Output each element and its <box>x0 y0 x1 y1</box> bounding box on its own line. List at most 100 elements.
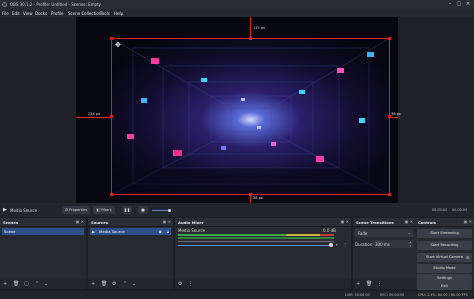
menu-scene-collection[interactable]: Scene Collection <box>68 11 101 16</box>
move-source-down-button[interactable]: ⌄ <box>132 281 136 287</box>
cpu-status: CPU: 2.4%, 60.00 / 60.00 FPS <box>418 293 468 297</box>
transition-menu-button[interactable]: ⋮ <box>377 281 382 287</box>
media-time-current: 00:00:00 <box>432 208 448 212</box>
audio-mixer-footer: ⚙ ⋮ <box>175 279 351 289</box>
dock-icons[interactable]: ▣ ✕ <box>341 219 349 224</box>
add-source-button[interactable]: + <box>91 281 95 287</box>
scene-item[interactable]: Scene <box>2 228 84 235</box>
source-toolbar: ▶ Media Source ⚙ Properties ◧ Filters ❚❚… <box>0 203 474 217</box>
sources-panel: Sources ▣ ✕ ▶ Media Source ◉ 🔒︎ + 🗑 ⚙ ⌃ … <box>88 218 173 289</box>
mixer-fader-knob[interactable] <box>329 243 333 247</box>
mixer-settings-button[interactable]: ⚙ <box>178 281 182 287</box>
sources-footer: + 🗑 ⚙ ⌃ ⌄ <box>88 279 173 289</box>
menu-edit[interactable]: Edit <box>12 11 20 16</box>
audio-meter-red <box>320 234 334 236</box>
menu-profile[interactable]: Profile <box>51 11 63 16</box>
selected-source-name: Media Source <box>10 208 38 213</box>
source-properties-button[interactable]: ⚙ <box>112 281 116 287</box>
resize-handle-t[interactable] <box>249 37 252 40</box>
remove-scene-button[interactable]: 🗑 <box>13 281 19 287</box>
audio-mixer-header: Audio Mixer ▣ ✕ <box>175 218 351 227</box>
audio-meter-green <box>178 234 286 236</box>
obs-logo-icon <box>2 2 7 7</box>
properties-button[interactable]: ⚙ Properties <box>62 206 90 214</box>
move-source-up-button[interactable]: ⌃ <box>123 281 127 287</box>
dock-icons[interactable]: ▣ ✕ <box>464 219 472 224</box>
stepper-icon: ▴ ▾ <box>409 240 411 248</box>
menu-tools[interactable]: Tools <box>100 11 110 16</box>
duration-input[interactable]: 300 ms ▴ ▾ <box>372 240 413 248</box>
menu-help[interactable]: Help <box>114 11 123 16</box>
resize-handle-bl[interactable] <box>110 193 113 196</box>
play-pause-button[interactable]: ❚❚ <box>122 206 132 214</box>
move-cursor-icon: ✥ <box>115 41 121 49</box>
tunnel-video-image <box>111 38 390 195</box>
resize-handle-tr[interactable] <box>388 37 391 40</box>
source-item[interactable]: ▶ Media Source ◉ 🔒︎ <box>90 228 171 235</box>
duration-label: Duration <box>355 242 373 247</box>
mixer-menu-button[interactable]: ⋮ <box>188 281 193 287</box>
exit-button[interactable]: Exit <box>417 283 472 290</box>
sources-header: Sources ▣ ✕ <box>88 218 173 227</box>
live-status: LIVE: 00:00:00 <box>345 293 370 297</box>
controls-header: Controls ▣ ✕ <box>415 218 474 227</box>
close-button[interactable]: × <box>464 1 472 8</box>
scene-filters-button[interactable]: ▢ <box>24 281 29 287</box>
resize-handle-l[interactable] <box>110 115 113 118</box>
add-scene-button[interactable]: + <box>3 281 7 287</box>
rec-status: REC: 00:00:00 <box>380 293 405 297</box>
bottom-distance-label: 38 px <box>253 196 263 200</box>
studio-mode-button[interactable]: Studio Mode <box>417 264 472 273</box>
resize-handle-r[interactable] <box>388 115 391 118</box>
transitions-footer: + 🗑 ⋮ <box>353 279 415 289</box>
play-icon: ▶ <box>3 207 7 213</box>
add-transition-button[interactable]: + <box>356 281 360 287</box>
channel-menu-icon[interactable]: ⋮ <box>343 242 347 247</box>
dock-icons[interactable]: ▣ ✕ <box>405 219 413 224</box>
menu-view[interactable]: View <box>23 11 33 16</box>
visibility-eye-icon[interactable]: ◉ <box>159 228 162 235</box>
virtual-camera-settings-icon[interactable]: ⚙ <box>466 255 470 260</box>
media-time-total: 00:00:00 <box>452 208 468 212</box>
mixer-tick-scale <box>178 241 334 242</box>
left-distance-label: 214 px <box>88 112 101 116</box>
resize-handle-br[interactable] <box>388 193 391 196</box>
resize-handle-b[interactable] <box>249 193 252 196</box>
right-distance-label: 38 px <box>391 112 401 116</box>
move-scene-up-button[interactable]: ⌃ <box>35 281 39 287</box>
guide-left <box>76 117 111 118</box>
scenes-panel: Scenes ▣ ✕ Scene + 🗑 ▢ ⌃ ⌄ <box>0 218 86 289</box>
start-recording-button[interactable]: Start Recording <box>417 241 472 250</box>
audio-meter-green-2 <box>178 237 334 239</box>
mixer-level-readout: 0.0 dB <box>323 228 336 233</box>
stop-button[interactable]: ■ <box>138 206 148 214</box>
status-bar: LIVE: 00:00:00 REC: 00:00:00 CPU: 2.4%, … <box>0 291 474 299</box>
scenes-header: Scenes ▣ ✕ <box>0 218 86 227</box>
window-title: OBS 30.1.2 - Profile: Untitled - Scenes:… <box>10 2 102 7</box>
minimize-button[interactable]: – <box>446 1 454 8</box>
start-streaming-button[interactable]: Start Streaming <box>417 229 472 238</box>
speaker-icon[interactable]: 🔈︎ <box>336 242 338 247</box>
guide-top <box>250 17 251 38</box>
resize-handle-tl[interactable] <box>110 37 113 40</box>
settings-button[interactable]: Settings <box>417 274 472 283</box>
guide-right <box>390 117 398 118</box>
chevron-down-icon: ⌄ <box>407 230 411 235</box>
dock-icons[interactable]: ▣ ✕ <box>163 219 171 224</box>
move-scene-down-button[interactable]: ⌄ <box>44 281 48 287</box>
remove-transition-button[interactable]: 🗑 <box>366 281 372 287</box>
menu-file[interactable]: File <box>2 11 9 16</box>
volume-slider-knob[interactable] <box>168 209 171 212</box>
dock-icons[interactable]: ▣ ✕ <box>76 219 84 224</box>
start-virtual-camera-button[interactable]: Start Virtual Camera <box>417 253 472 262</box>
menu-docks[interactable]: Docks <box>35 11 47 16</box>
audio-meter-yellow <box>286 234 320 236</box>
maximize-button[interactable]: □ <box>455 1 463 8</box>
remove-source-button[interactable]: 🗑 <box>101 281 107 287</box>
scenes-footer: + 🗑 ▢ ⌃ ⌄ <box>0 279 86 289</box>
transition-type-select[interactable]: Fade ⌄ <box>355 229 413 237</box>
lock-icon[interactable]: 🔒︎ <box>167 228 169 235</box>
media-source-frame[interactable] <box>111 38 390 195</box>
mixer-fader[interactable] <box>178 245 331 246</box>
filters-button[interactable]: ◧ Filters <box>93 206 115 214</box>
